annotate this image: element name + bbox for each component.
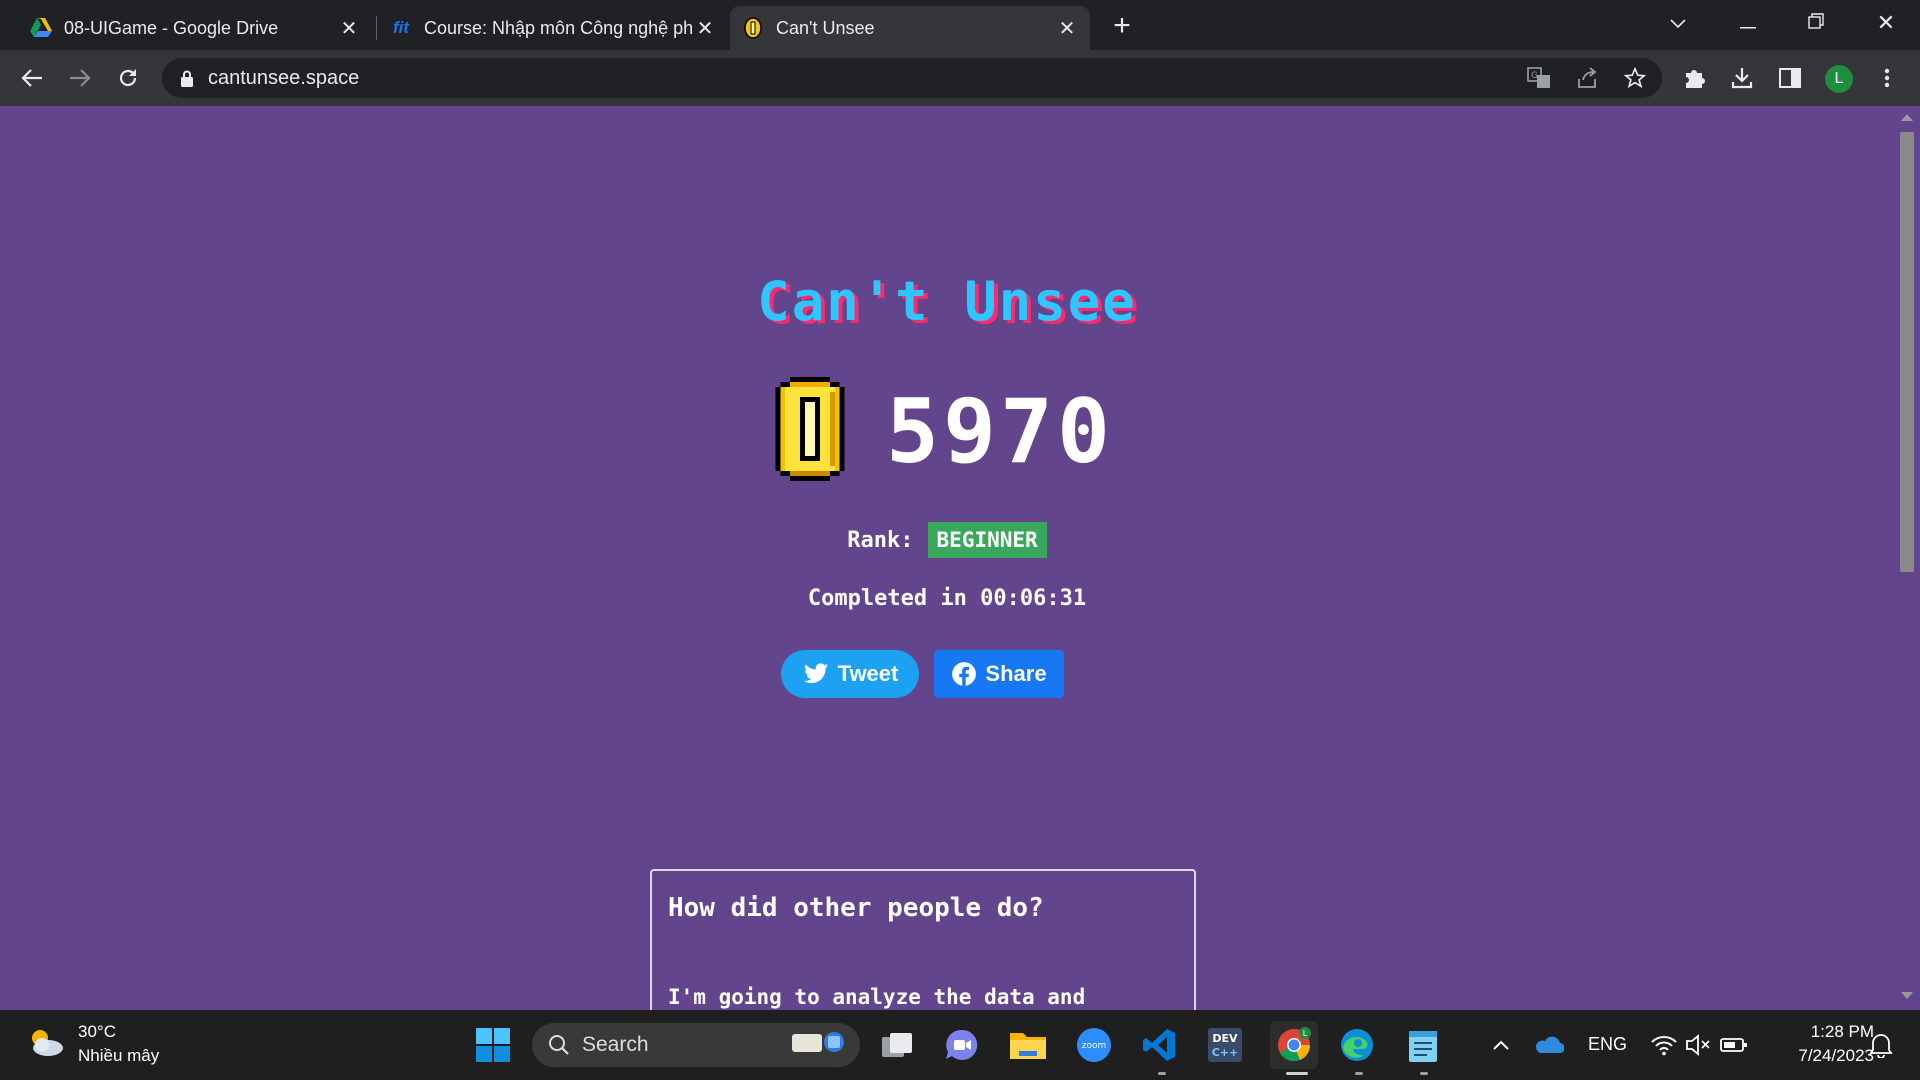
file-explorer-icon[interactable]	[1007, 1024, 1049, 1066]
tab-search-chevron-icon[interactable]	[1658, 8, 1698, 38]
onedrive-icon[interactable]	[1527, 1024, 1569, 1066]
svg-text:zoom: zoom	[1082, 1041, 1107, 1051]
clock-time: 1:28 PM	[1810, 1022, 1874, 1041]
new-tab-button[interactable]: +	[1108, 11, 1136, 41]
tab-title: 08-UIGame - Google Drive	[64, 17, 279, 38]
clock-date: 7/24/2023	[1798, 1046, 1874, 1065]
search-icon	[548, 1034, 570, 1056]
close-tab-icon[interactable]: ✕	[1056, 16, 1078, 41]
tab-cant-unsee[interactable]: Can't Unsee ✕	[730, 6, 1090, 50]
task-view-icon[interactable]	[876, 1024, 918, 1066]
score-value: 5970	[886, 379, 1114, 483]
extensions-icon[interactable]	[1680, 64, 1708, 92]
minimize-button[interactable]	[1728, 8, 1768, 38]
running-indicator	[1420, 1072, 1428, 1075]
profile-avatar[interactable]: L	[1825, 65, 1853, 93]
zoom-icon[interactable]: zoom	[1073, 1024, 1115, 1066]
score-row: 5970	[770, 376, 1114, 486]
weather-desc: Nhiều mây	[78, 1046, 160, 1065]
edge-icon[interactable]	[1336, 1024, 1378, 1066]
coin-icon	[770, 376, 850, 486]
close-window-button[interactable]: ✕	[1866, 8, 1906, 38]
tab-google-drive[interactable]: 08-UIGame - Google Drive ✕	[18, 6, 372, 50]
system-clock[interactable]: 1:28 PM 7/24/2023	[1764, 1020, 1874, 1068]
weather-temp: 30°C	[78, 1022, 116, 1041]
svg-text:L: L	[1303, 1029, 1308, 1038]
tweet-button[interactable]: Tweet	[781, 650, 919, 698]
scroll-down-arrow-icon[interactable]	[1901, 992, 1913, 999]
page-scrollbar[interactable]	[1894, 106, 1920, 1010]
forward-button[interactable]	[64, 62, 96, 94]
vscode-icon[interactable]	[1138, 1024, 1180, 1066]
translate-icon[interactable]: G	[1525, 64, 1553, 92]
facebook-share-button[interactable]: Share	[934, 650, 1064, 698]
side-panel-icon[interactable]	[1776, 64, 1804, 92]
language-indicator[interactable]: ENG	[1588, 1034, 1627, 1055]
close-tab-icon[interactable]: ✕	[338, 16, 360, 41]
rank-row: Rank: BEGINNER	[0, 522, 1894, 558]
tab-course[interactable]: fit Course: Nhập môn Công nghệ ph ✕	[378, 6, 728, 50]
tweet-label: Tweet	[837, 661, 899, 686]
tab-title: Course: Nhập môn Công nghệ ph	[424, 17, 694, 38]
tab-separator	[376, 16, 377, 40]
rank-label: Rank:	[847, 527, 914, 553]
share-buttons: Tweet Share	[781, 650, 1064, 698]
stats-text: I'm going to analyze the data and	[668, 985, 1086, 1009]
teams-icon[interactable]	[941, 1024, 983, 1066]
completion-time: Completed in 00:06:31	[807, 586, 1087, 611]
rank-badge: BEGINNER	[927, 522, 1047, 558]
running-indicator	[1355, 1072, 1363, 1075]
notepad-icon[interactable]	[1402, 1024, 1444, 1066]
tab-title: Can't Unsee	[776, 17, 875, 38]
weather-widget[interactable]: 30°C Nhiều mây	[26, 1020, 159, 1068]
chrome-icon[interactable]: L	[1270, 1021, 1318, 1069]
url-text[interactable]: cantunsee.space	[208, 67, 359, 90]
scrollbar-thumb[interactable]	[1900, 132, 1914, 572]
share-label: Share	[985, 661, 1047, 686]
coin-icon	[742, 17, 764, 39]
browser-toolbar: cantunsee.space G L	[0, 50, 1920, 106]
active-indicator	[1286, 1072, 1308, 1075]
bookmark-star-icon[interactable]	[1621, 64, 1649, 92]
search-placeholder: Search	[582, 1033, 649, 1056]
scroll-up-arrow-icon[interactable]	[1901, 114, 1913, 121]
svg-text:DEV: DEV	[1212, 1032, 1238, 1045]
windows-taskbar: 30°C Nhiều mây Search zoom DEV C++ L ENG…	[0, 1010, 1920, 1080]
game-title: Can't Unsee	[757, 270, 1137, 333]
facebook-icon	[952, 662, 977, 686]
share-page-icon[interactable]	[1573, 64, 1601, 92]
stats-heading: How did other people do?	[668, 893, 1044, 923]
page-viewport: Can't Unsee 5970 Rank: BEGINNER Complete…	[0, 106, 1894, 1010]
close-tab-icon[interactable]: ✕	[694, 16, 716, 41]
menu-kebab-icon[interactable]	[1873, 64, 1901, 92]
svg-text:G: G	[1531, 71, 1538, 81]
stats-card: How did other people do? I'm going to an…	[650, 869, 1196, 1010]
downloads-icon[interactable]	[1728, 64, 1756, 92]
svg-text:C++: C++	[1212, 1046, 1239, 1059]
address-bar[interactable]: cantunsee.space	[162, 58, 1662, 98]
reload-button[interactable]	[112, 62, 144, 94]
fit-icon: fit	[392, 18, 410, 37]
show-hidden-icons-chevron-icon[interactable]	[1480, 1024, 1522, 1066]
restore-button[interactable]	[1796, 8, 1836, 38]
taskbar-search[interactable]: Search	[532, 1023, 860, 1067]
battery-icon[interactable]	[1713, 1024, 1755, 1066]
google-drive-icon	[30, 17, 52, 39]
windows-start-icon[interactable]	[472, 1024, 514, 1066]
twitter-icon	[803, 663, 828, 684]
notifications-icon[interactable]	[1860, 1024, 1902, 1066]
back-button[interactable]	[16, 62, 48, 94]
running-indicator	[1158, 1072, 1166, 1075]
tab-strip: 08-UIGame - Google Drive ✕ fit Course: N…	[0, 0, 1920, 50]
search-highlight-icon	[788, 1026, 850, 1064]
lock-icon[interactable]	[180, 70, 194, 87]
cloudy-weather-icon	[26, 1026, 66, 1063]
devc-icon[interactable]: DEV C++	[1204, 1024, 1246, 1066]
